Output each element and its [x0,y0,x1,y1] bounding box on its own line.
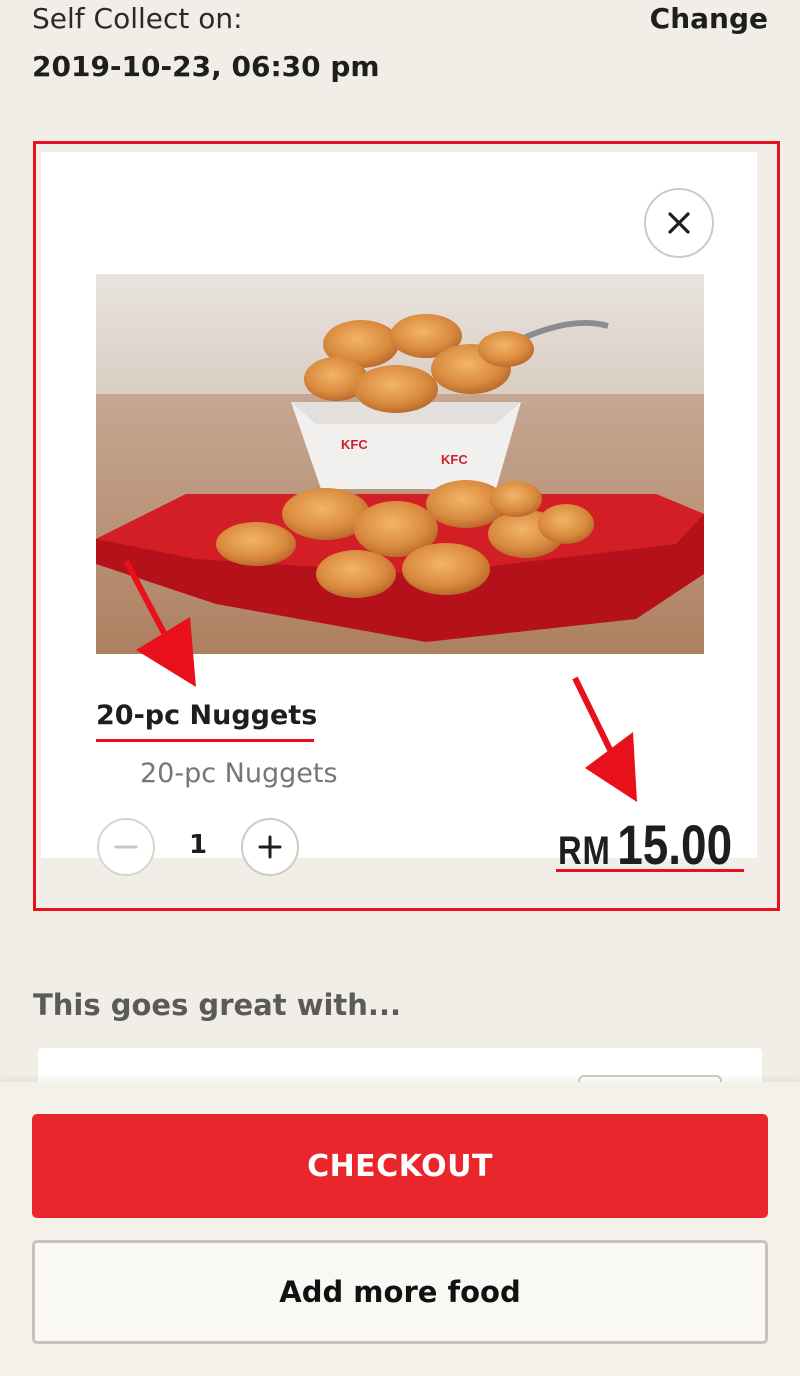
change-collection-button[interactable]: Change [650,2,768,35]
minus-icon [114,845,138,849]
annotation-arrow-price [572,676,637,802]
collection-label: Self Collect on: [32,2,243,35]
price-currency: RM [558,829,611,873]
product-description: 20-pc Nuggets [140,758,338,789]
add-more-food-button[interactable]: Add more food [32,1240,768,1344]
svg-text:KFC: KFC [441,452,468,467]
svg-text:KFC: KFC [341,437,368,452]
upsell-title: This goes great with... [33,988,401,1022]
quantity-value: 1 [188,830,208,860]
price-amount: 15.00 [617,813,733,876]
remove-item-button[interactable] [644,188,714,258]
annotation-underline-name [96,739,314,742]
close-icon [668,212,690,234]
increase-quantity-button[interactable] [241,818,299,876]
annotation-arrow-name [123,559,196,687]
item-price: RM 15.00 [558,812,732,877]
product-name: 20-pc Nuggets [96,700,318,731]
plus-icon [258,835,282,859]
checkout-button[interactable]: CHECKOUT [32,1114,768,1218]
decrease-quantity-button[interactable] [97,818,155,876]
annotation-underline-price [556,869,744,872]
collection-header: Self Collect on: 2019-10-23, 06:30 pm Ch… [32,0,768,100]
collection-datetime: 2019-10-23, 06:30 pm [32,50,380,83]
